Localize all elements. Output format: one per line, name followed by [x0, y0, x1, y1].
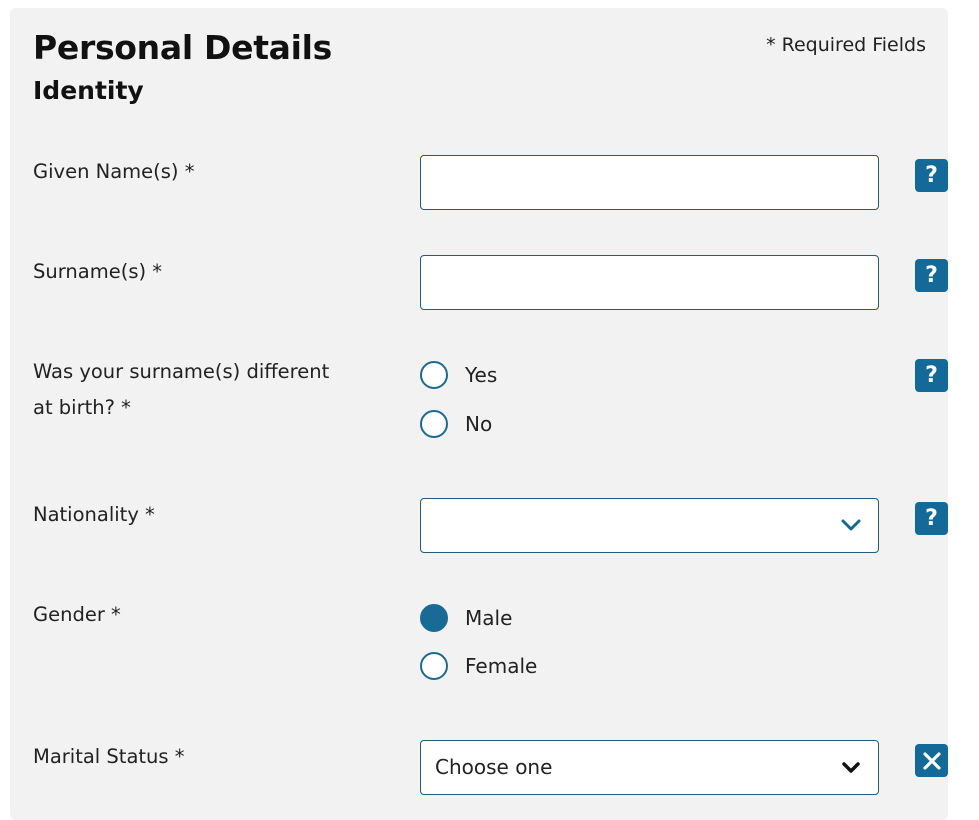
given-name-input[interactable]: [420, 155, 879, 210]
given-name-help-button[interactable]: ?: [915, 159, 948, 192]
surname-help-button[interactable]: ?: [915, 259, 948, 292]
surname-input[interactable]: [420, 255, 879, 310]
radio-no[interactable]: [420, 410, 448, 438]
surname-label: Surname(s) *: [33, 260, 163, 283]
radio-yes-label: Yes: [465, 363, 498, 387]
help-icon: ?: [925, 506, 938, 531]
help-icon: ?: [925, 263, 938, 288]
radio-female[interactable]: [420, 652, 448, 680]
nationality-select[interactable]: [420, 498, 879, 553]
help-icon: ?: [925, 363, 938, 388]
section-subtitle: Identity: [33, 76, 144, 105]
required-fields-note: * Required Fields: [766, 34, 926, 56]
close-icon: [922, 751, 941, 770]
surname-birth-help-button[interactable]: ?: [915, 359, 948, 392]
marital-status-close-button[interactable]: [915, 744, 948, 777]
marital-status-select[interactable]: Choose one: [420, 740, 879, 795]
given-name-label: Given Name(s) *: [33, 160, 195, 183]
chevron-down-icon: [841, 519, 861, 531]
radio-male[interactable]: [420, 604, 448, 632]
radio-female-label: Female: [465, 654, 538, 678]
surname-birth-yes-option[interactable]: Yes: [420, 360, 497, 390]
radio-yes[interactable]: [420, 361, 448, 389]
gender-female-option[interactable]: Female: [420, 651, 537, 681]
personal-details-card: Personal Details Identity * Required Fie…: [10, 8, 948, 820]
nationality-label: Nationality *: [33, 503, 155, 526]
chevron-down-icon: [842, 762, 860, 773]
surname-birth-label: Was your surname(s) different at birth? …: [33, 360, 330, 419]
radio-male-label: Male: [465, 606, 513, 630]
gender-label: Gender *: [33, 603, 121, 626]
marital-status-select-value: Choose one: [435, 755, 553, 779]
marital-status-label: Marital Status *: [33, 745, 185, 768]
help-icon: ?: [925, 163, 938, 188]
gender-male-option[interactable]: Male: [420, 603, 512, 633]
nationality-help-button[interactable]: ?: [915, 502, 948, 535]
surname-birth-no-option[interactable]: No: [420, 409, 492, 439]
page-title: Personal Details: [33, 28, 332, 67]
radio-no-label: No: [465, 412, 493, 436]
